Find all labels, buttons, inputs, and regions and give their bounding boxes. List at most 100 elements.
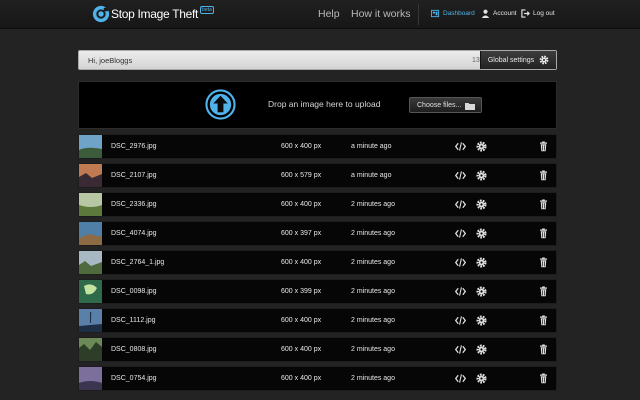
image-thumbnail[interactable] — [79, 164, 102, 187]
embed-code-button[interactable] — [455, 257, 466, 268]
account-label: Account — [493, 10, 517, 17]
image-thumbnail[interactable] — [79, 135, 102, 158]
dashboard-link[interactable]: Dashboard — [431, 9, 475, 18]
gear-icon — [539, 55, 549, 65]
image-settings-button[interactable] — [476, 286, 487, 297]
folder-icon — [465, 103, 475, 110]
user-icon — [481, 9, 490, 18]
delete-image-button[interactable] — [538, 141, 549, 152]
global-settings-label: Global settings — [487, 56, 535, 64]
embed-code-button[interactable] — [455, 228, 466, 239]
greeting-text: Hi, joeBloggs — [88, 56, 133, 65]
image-filename[interactable]: DSC_2764_1.jpg — [111, 259, 164, 266]
image-row: DSC_4074.jpg 600 x 397 px 2 minutes ago — [78, 221, 557, 246]
trash-icon — [540, 315, 547, 326]
image-thumbnail[interactable] — [79, 338, 102, 361]
trash-icon — [540, 141, 547, 152]
delete-image-button[interactable] — [538, 257, 549, 268]
embed-code-button[interactable] — [455, 315, 466, 326]
embed-code-button[interactable] — [455, 344, 466, 355]
image-dimensions: 600 x 579 px — [281, 172, 322, 179]
delete-image-button[interactable] — [538, 373, 549, 384]
image-settings-button[interactable] — [476, 199, 487, 210]
upload-time: 2 minutes ago — [351, 375, 395, 382]
image-settings-button[interactable] — [476, 257, 487, 268]
code-icon — [455, 229, 466, 238]
delete-image-button[interactable] — [538, 286, 549, 297]
logo[interactable]: Stop Image Theft beta — [92, 4, 214, 24]
embed-code-button[interactable] — [455, 373, 466, 384]
embed-code-button[interactable] — [455, 286, 466, 297]
embed-code-button[interactable] — [455, 170, 466, 181]
image-thumbnail[interactable] — [79, 251, 102, 274]
delete-image-button[interactable] — [538, 315, 549, 326]
upload-time: 2 minutes ago — [351, 288, 395, 295]
global-settings-button[interactable]: Global settings — [480, 51, 556, 69]
top-navigation-bar: Stop Image Theft beta Help How it works … — [0, 0, 640, 29]
image-row: DSC_2976.jpg 600 x 400 px a minute ago — [78, 134, 557, 159]
camera-logo-icon — [92, 5, 110, 23]
upload-arrow-icon — [205, 89, 236, 120]
image-dimensions: 600 x 400 px — [281, 259, 322, 266]
code-icon — [455, 171, 466, 180]
account-link[interactable]: Account — [481, 9, 517, 18]
trash-icon — [540, 286, 547, 297]
delete-image-button[interactable] — [538, 170, 549, 181]
image-settings-button[interactable] — [476, 170, 487, 181]
image-dimensions: 600 x 400 px — [281, 317, 322, 324]
image-filename[interactable]: DSC_4074.jpg — [111, 230, 157, 237]
beta-badge: beta — [200, 6, 214, 14]
code-icon — [455, 258, 466, 267]
upload-time: 2 minutes ago — [351, 317, 395, 324]
image-row: DSC_0754.jpg 600 x 400 px 2 minutes ago — [78, 366, 557, 391]
trash-icon — [540, 373, 547, 384]
image-dimensions: 600 x 400 px — [281, 346, 322, 353]
image-thumbnail[interactable] — [79, 367, 102, 390]
gear-icon — [476, 141, 487, 152]
image-settings-button[interactable] — [476, 141, 487, 152]
drop-instructions: Drop an image here to upload — [268, 99, 381, 109]
image-row: DSC_2107.jpg 600 x 579 px a minute ago — [78, 163, 557, 188]
choose-files-label: Choose files... — [417, 101, 462, 109]
gear-icon — [476, 315, 487, 326]
gear-icon — [476, 373, 487, 384]
code-icon — [455, 345, 466, 354]
upload-dropzone[interactable]: Drop an image here to upload Choose file… — [78, 81, 557, 129]
image-filename[interactable]: DSC_2336.jpg — [111, 201, 157, 208]
upload-time: a minute ago — [351, 143, 392, 150]
gear-icon — [476, 257, 487, 268]
image-settings-button[interactable] — [476, 344, 487, 355]
embed-code-button[interactable] — [455, 141, 466, 152]
nav-how-it-works-link[interactable]: How it works — [351, 8, 411, 20]
trash-icon — [540, 344, 547, 355]
image-thumbnail[interactable] — [79, 309, 102, 332]
image-settings-button[interactable] — [476, 315, 487, 326]
delete-image-button[interactable] — [538, 344, 549, 355]
image-filename[interactable]: DSC_2976.jpg — [111, 143, 157, 150]
image-filename[interactable]: DSC_0098.jpg — [111, 288, 157, 295]
image-dimensions: 600 x 400 px — [281, 201, 322, 208]
greeting-bar: Hi, joeBloggs 13 images Global settings — [78, 50, 557, 70]
upload-time: 2 minutes ago — [351, 201, 395, 208]
trash-icon — [540, 228, 547, 239]
image-filename[interactable]: DSC_0808.jpg — [111, 346, 157, 353]
image-thumbnail[interactable] — [79, 280, 102, 303]
image-thumbnail[interactable] — [79, 193, 102, 216]
logout-link[interactable]: Log out — [521, 9, 555, 18]
image-settings-button[interactable] — [476, 228, 487, 239]
delete-image-button[interactable] — [538, 228, 549, 239]
nav-divider — [418, 4, 419, 25]
nav-help-link[interactable]: Help — [318, 8, 340, 20]
embed-code-button[interactable] — [455, 199, 466, 210]
code-icon — [455, 200, 466, 209]
image-filename[interactable]: DSC_1112.jpg — [111, 317, 156, 324]
delete-image-button[interactable] — [538, 199, 549, 210]
image-row: DSC_0808.jpg 600 x 400 px 2 minutes ago — [78, 337, 557, 362]
upload-time: 2 minutes ago — [351, 230, 395, 237]
image-filename[interactable]: DSC_2107.jpg — [111, 172, 157, 179]
image-filename[interactable]: DSC_0754.jpg — [111, 375, 157, 382]
choose-files-button[interactable]: Choose files... — [409, 97, 482, 113]
image-settings-button[interactable] — [476, 373, 487, 384]
image-thumbnail[interactable] — [79, 222, 102, 245]
dashboard-icon — [431, 9, 440, 18]
